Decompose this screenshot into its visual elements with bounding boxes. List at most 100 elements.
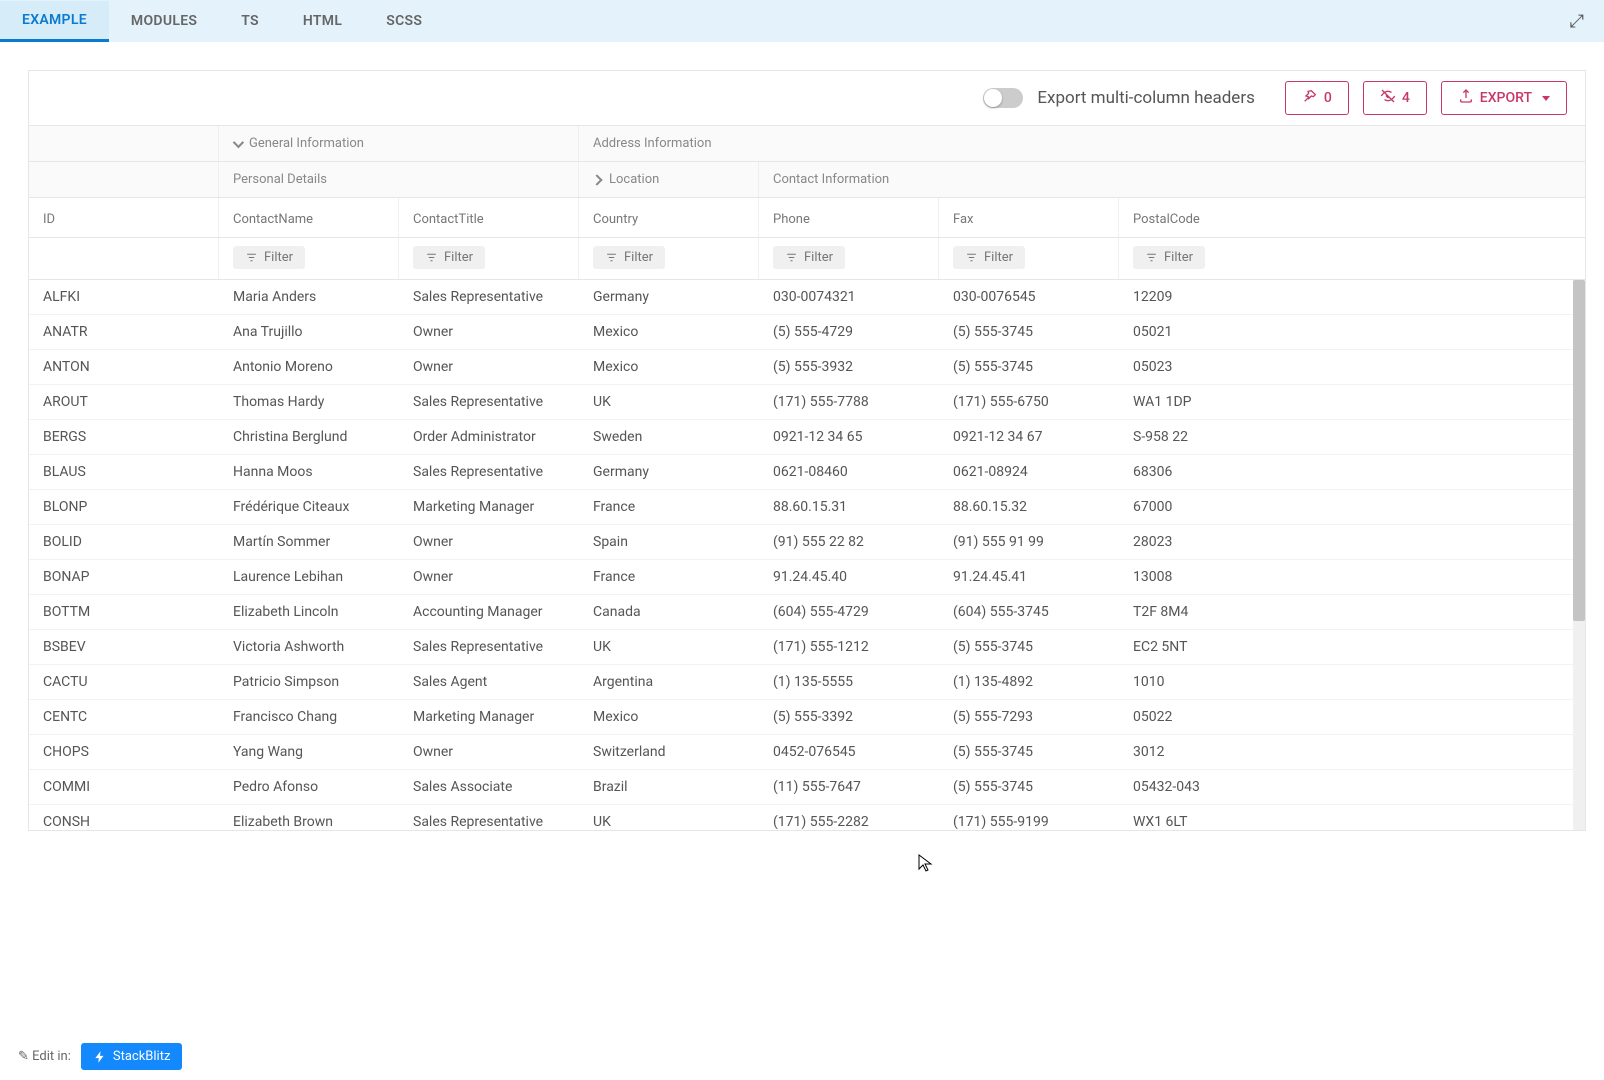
export-button[interactable]: EXPORT [1441, 81, 1567, 115]
table-row[interactable]: CONSHElizabeth BrownSales Representative… [29, 805, 1585, 830]
filter-icon [605, 251, 618, 264]
cell: EC2 5NT [1119, 630, 1309, 664]
table-row[interactable]: ANTONAntonio MorenoOwnerMexico(5) 555-39… [29, 350, 1585, 385]
vertical-scrollbar[interactable] [1573, 280, 1585, 830]
cell: Mexico [579, 350, 759, 384]
group-header-contact[interactable]: Contact Information [759, 162, 1585, 197]
group-header-location[interactable]: Location [579, 162, 759, 197]
table-row[interactable]: ALFKIMaria AndersSales RepresentativeGer… [29, 280, 1585, 315]
cell: Sweden [579, 420, 759, 454]
table-row[interactable]: ANATRAna TrujilloOwnerMexico(5) 555-4729… [29, 315, 1585, 350]
group-header-blank [29, 126, 219, 161]
tab-html[interactable]: HTML [281, 2, 364, 40]
cell: WX1 6LT [1119, 805, 1309, 830]
table-row[interactable]: CHOPSYang WangOwnerSwitzerland0452-07654… [29, 735, 1585, 770]
cell: 05021 [1119, 315, 1309, 349]
table-row[interactable]: BOLIDMartín SommerOwnerSpain(91) 555 22 … [29, 525, 1585, 560]
filter-chip-postalcode[interactable]: Filter [1133, 246, 1205, 269]
filter-chip-country[interactable]: Filter [593, 246, 665, 269]
cell: BERGS [29, 420, 219, 454]
table-row[interactable]: CENTCFrancisco ChangMarketing ManagerMex… [29, 700, 1585, 735]
cell: (5) 555-3745 [939, 350, 1119, 384]
cell: 0621-08924 [939, 455, 1119, 489]
group-header-row-2: Personal Details Location Contact Inform… [29, 162, 1585, 198]
table-row[interactable]: BLONPFrédérique CiteauxMarketing Manager… [29, 490, 1585, 525]
col-header-country[interactable]: Country [579, 198, 759, 237]
table-row[interactable]: BOTTMElizabeth LincolnAccounting Manager… [29, 595, 1585, 630]
tab-scss[interactable]: SCSS [364, 2, 444, 40]
filter-chip-contactname[interactable]: Filter [233, 246, 305, 269]
cell: Martín Sommer [219, 525, 399, 559]
cell: CACTU [29, 665, 219, 699]
cell: (171) 555-1212 [759, 630, 939, 664]
cell: 0921-12 34 65 [759, 420, 939, 454]
cell: AROUT [29, 385, 219, 419]
filter-chip-fax[interactable]: Filter [953, 246, 1025, 269]
cell: Switzerland [579, 735, 759, 769]
hidden-columns-button[interactable]: 4 [1363, 81, 1427, 115]
footer: ✎ Edit in: StackBlitz [0, 1033, 200, 1080]
cell: Argentina [579, 665, 759, 699]
table-row[interactable]: CACTUPatricio SimpsonSales AgentArgentin… [29, 665, 1585, 700]
cell: (11) 555-7647 [759, 770, 939, 804]
group-header-general[interactable]: General Information [219, 126, 579, 161]
cell: Sales Representative [399, 385, 579, 419]
cell: (171) 555-7788 [759, 385, 939, 419]
cell: S-958 22 [1119, 420, 1309, 454]
cell: (5) 555-7293 [939, 700, 1119, 734]
chevron-down-icon [233, 136, 244, 147]
tab-modules[interactable]: MODULES [109, 2, 219, 40]
filter-cell-country: Filter [579, 238, 759, 279]
col-header-postalcode[interactable]: PostalCode [1119, 198, 1309, 237]
filter-icon [245, 251, 258, 264]
pinned-columns-button[interactable]: 0 [1285, 81, 1349, 115]
group-header-personal-label: Personal Details [233, 172, 327, 187]
group-header-personal[interactable]: Personal Details [219, 162, 579, 197]
expand-icon[interactable]: ⤢ [1562, 7, 1592, 36]
tab-example[interactable]: EXAMPLE [0, 1, 109, 42]
col-header-contactname[interactable]: ContactName [219, 198, 399, 237]
cell: Owner [399, 315, 579, 349]
cell: Laurence Lebihan [219, 560, 399, 594]
cell: ANATR [29, 315, 219, 349]
export-headers-switch[interactable] [983, 88, 1023, 108]
table-row[interactable]: BONAPLaurence LebihanOwnerFrance91.24.45… [29, 560, 1585, 595]
cell: Yang Wang [219, 735, 399, 769]
cell: Elizabeth Brown [219, 805, 399, 830]
table-row[interactable]: AROUTThomas HardySales RepresentativeUK(… [29, 385, 1585, 420]
table-row[interactable]: BSBEVVictoria AshworthSales Representati… [29, 630, 1585, 665]
grid-body[interactable]: ALFKIMaria AndersSales RepresentativeGer… [29, 280, 1585, 830]
cell: France [579, 490, 759, 524]
tab-ts[interactable]: TS [219, 2, 281, 40]
table-row[interactable]: BERGSChristina BerglundOrder Administrat… [29, 420, 1585, 455]
example-content: Export multi-column headers 0 4 EXPORT [0, 42, 1604, 831]
cell: 3012 [1119, 735, 1309, 769]
cell: Victoria Ashworth [219, 630, 399, 664]
col-header-id[interactable]: ID [29, 198, 219, 237]
cell: 05022 [1119, 700, 1309, 734]
cell: Elizabeth Lincoln [219, 595, 399, 629]
pin-icon [1302, 88, 1318, 108]
cell: 28023 [1119, 525, 1309, 559]
table-row[interactable]: COMMIPedro AfonsoSales AssociateBrazil(1… [29, 770, 1585, 805]
cell: (171) 555-9199 [939, 805, 1119, 830]
cell: (5) 555-3745 [939, 315, 1119, 349]
cell: Maria Anders [219, 280, 399, 314]
col-header-contacttitle[interactable]: ContactTitle [399, 198, 579, 237]
filter-icon [965, 251, 978, 264]
pinned-count: 0 [1324, 90, 1332, 106]
cell: 05432-043 [1119, 770, 1309, 804]
filter-cell-fax: Filter [939, 238, 1119, 279]
table-row[interactable]: BLAUSHanna MoosSales RepresentativeGerma… [29, 455, 1585, 490]
filter-chip-phone[interactable]: Filter [773, 246, 845, 269]
col-header-phone[interactable]: Phone [759, 198, 939, 237]
cell: ALFKI [29, 280, 219, 314]
scrollbar-thumb[interactable] [1573, 280, 1585, 621]
col-header-fax[interactable]: Fax [939, 198, 1119, 237]
cell: BSBEV [29, 630, 219, 664]
filter-chip-contacttitle[interactable]: Filter [413, 246, 485, 269]
stackblitz-button[interactable]: StackBlitz [81, 1043, 183, 1070]
cell: (5) 555-3392 [759, 700, 939, 734]
group-header-address[interactable]: Address Information [579, 126, 1585, 161]
cell: Canada [579, 595, 759, 629]
